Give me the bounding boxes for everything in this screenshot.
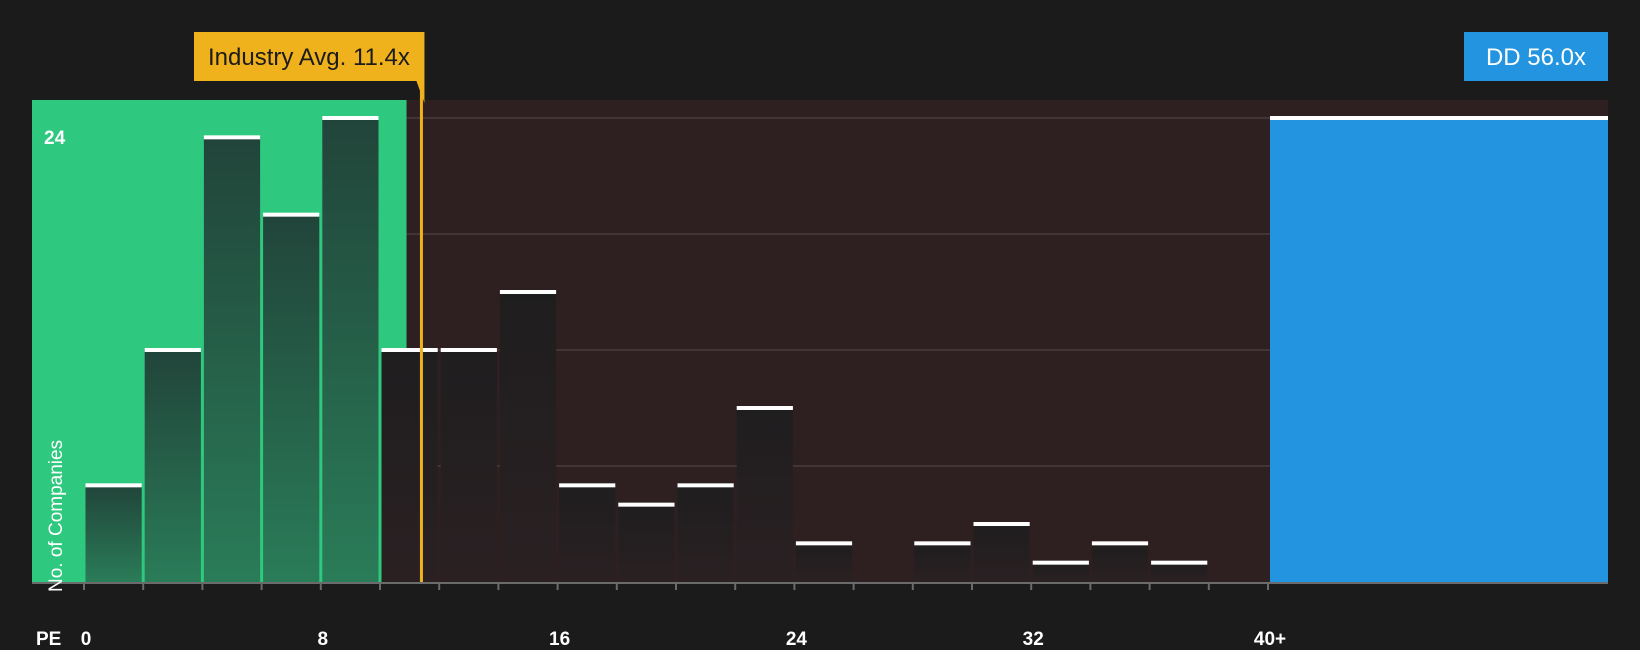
histogram-bar — [144, 350, 201, 582]
histogram-bar — [440, 350, 497, 582]
histogram-bar — [677, 485, 734, 582]
bar-cap — [381, 348, 438, 352]
x-tick-label: 16 — [549, 629, 570, 650]
bar-cap — [677, 483, 734, 488]
highlight-bar-cap — [1270, 116, 1608, 120]
histogram-bar — [381, 350, 438, 582]
y-tick-label: 24 — [44, 128, 66, 149]
histogram-bar — [203, 137, 261, 583]
bar-cap — [322, 116, 379, 120]
histogram-bar — [85, 485, 142, 582]
x-tick-label: 40+ — [1254, 629, 1286, 650]
bar-cap — [914, 541, 971, 546]
x-tick-label: 8 — [318, 629, 329, 650]
histogram-bar — [1032, 562, 1089, 582]
histogram-bar — [322, 118, 379, 582]
histogram-bar — [559, 485, 616, 582]
x-tick-label: 32 — [1023, 629, 1044, 650]
x-axis: 0 8 16 24 32 40+ — [32, 582, 1608, 650]
bar-cap — [144, 348, 201, 352]
bar-cap — [618, 502, 675, 507]
bar-cap — [263, 212, 320, 217]
bar-cap — [85, 483, 142, 488]
histogram-bar — [973, 524, 1030, 582]
histogram-bar — [795, 543, 853, 582]
histogram-bar — [1091, 543, 1149, 582]
bar-cap — [1032, 560, 1089, 565]
bar-cap — [1151, 560, 1208, 565]
histogram-bar — [618, 504, 675, 582]
bar-cap — [440, 348, 497, 352]
highlight-label: DD 56.0x — [1486, 44, 1586, 71]
histogram-bar — [263, 214, 320, 582]
bar-cap — [973, 522, 1030, 526]
bar-cap — [499, 290, 557, 294]
x-tick-label: 0 — [81, 629, 92, 650]
bar-cap — [1091, 541, 1149, 546]
histogram-bar — [736, 408, 793, 582]
bar-cap — [203, 135, 261, 140]
bar-cap — [736, 406, 793, 410]
y-axis-title: No. of Companies — [46, 440, 67, 592]
histogram-bar — [499, 292, 557, 582]
bar-cap — [795, 541, 853, 546]
bar-cap — [559, 483, 616, 488]
pe-distribution-chart: 0 8 16 24 32 40+ Industry Avg. 11.4x DD 56.0x … — [32, 32, 1608, 650]
histogram-bar — [1151, 562, 1208, 582]
x-axis-prefix: PE — [36, 629, 61, 650]
histogram-bar — [914, 543, 971, 582]
industry-average-label: Industry Avg. 11.4x — [208, 44, 410, 71]
highlight-bar — [1270, 118, 1608, 582]
x-tick-label: 24 — [786, 629, 808, 650]
